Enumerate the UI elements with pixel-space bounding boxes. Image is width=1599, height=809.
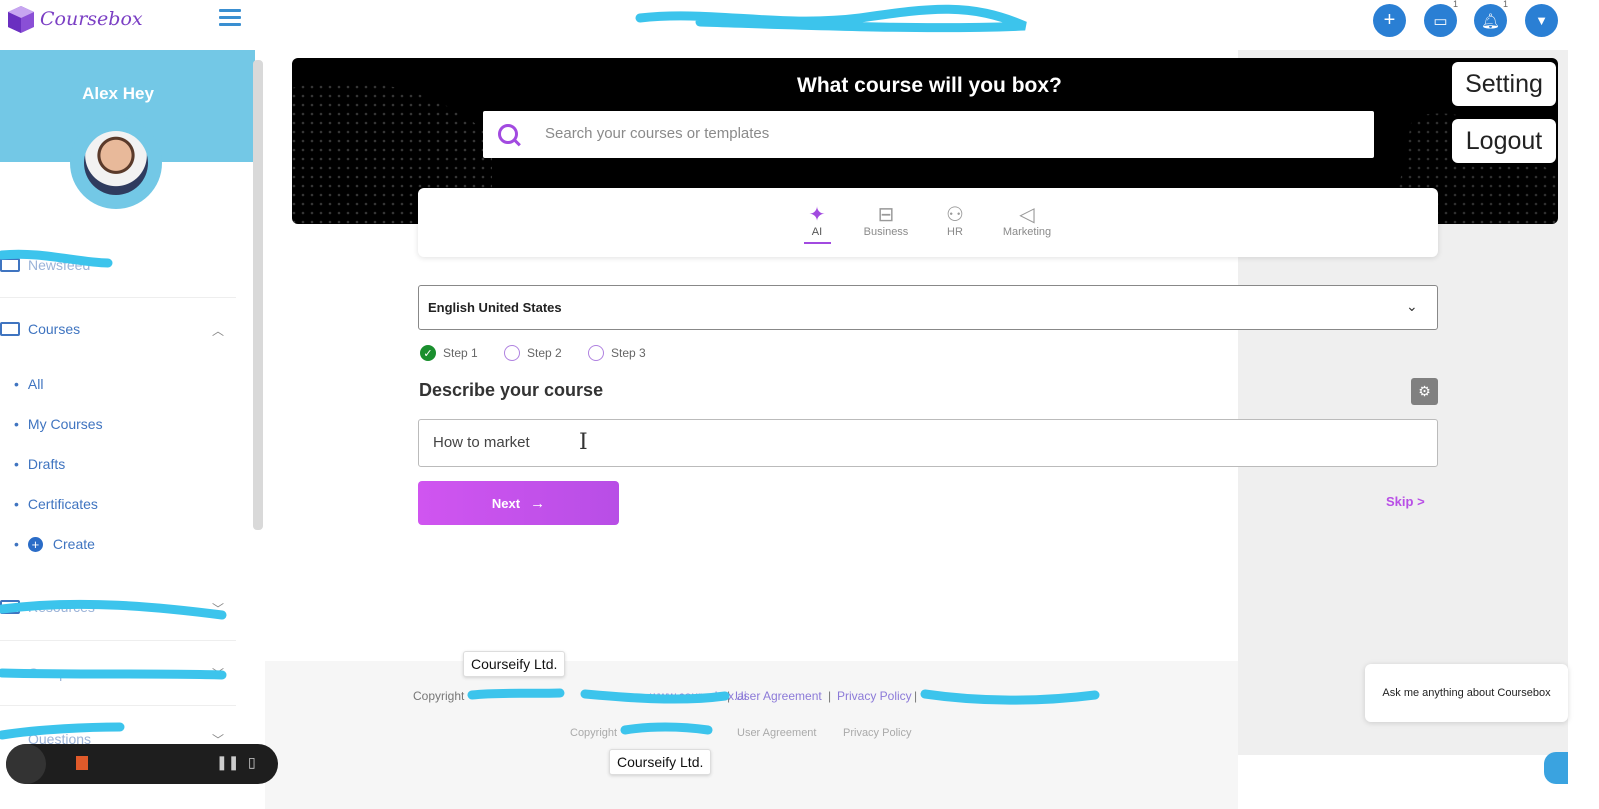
record-icon[interactable] (76, 756, 88, 770)
tooltip: Courseify Ltd. (463, 651, 566, 677)
sparkle-icon: ✦ (808, 204, 826, 226)
step-label: Step 3 (611, 346, 646, 360)
chevron-down-icon[interactable]: ⌄ (1406, 298, 1418, 315)
chevron-down-icon: ▼ (1535, 13, 1548, 28)
tab-label: AI (811, 226, 823, 238)
add-button[interactable]: + (1373, 4, 1406, 37)
chat-badge: 1 (1450, 0, 1460, 9)
tab-marketing[interactable]: ◁ Marketing (998, 202, 1056, 238)
tab-ai[interactable]: ✦ AI (802, 202, 832, 238)
description-value: How to market (433, 434, 530, 451)
megaphone-icon: ◁ (1019, 204, 1035, 226)
chat-bot-icon[interactable] (1544, 752, 1568, 784)
chat-prompt[interactable]: Ask me anything about Coursebox (1365, 664, 1568, 722)
step-1: ✓ Step 1 (420, 345, 478, 361)
search-placeholder: Search your courses or templates (545, 125, 770, 142)
next-button[interactable]: Next → (418, 481, 619, 525)
course-description-input[interactable] (418, 419, 1438, 467)
step-label: Step 2 (527, 346, 562, 360)
briefcase-icon: ⊟ (877, 204, 895, 226)
text-cursor-icon: I (579, 430, 588, 455)
step-label: Step 1 (443, 346, 478, 360)
arrow-right-icon: → (530, 494, 546, 512)
settings-gear-button[interactable]: ⚙ (1411, 378, 1438, 405)
setting-button[interactable]: Setting (1452, 62, 1556, 106)
language-value: English United States (428, 300, 562, 315)
trash-icon[interactable]: ▯ (248, 754, 256, 771)
tab-business[interactable]: ⊟ Business (860, 202, 912, 238)
search-icon[interactable] (498, 124, 518, 144)
logo-text[interactable]: Coursebox (40, 8, 143, 30)
step-2: Step 2 (504, 345, 562, 361)
redaction-scribbles-footer (467, 688, 1100, 735)
tab-label: Marketing (1002, 226, 1052, 238)
active-tab-underline (804, 242, 831, 244)
tooltip: Courseify Ltd. (609, 749, 712, 775)
pause-icon[interactable]: ❚❚ (216, 754, 239, 771)
user-name: Alex Hey (82, 84, 154, 103)
check-icon: ✓ (420, 345, 436, 361)
language-select[interactable] (418, 285, 1438, 330)
bell-badge: 1 (1500, 0, 1510, 9)
tab-hr[interactable]: ⚇ HR (940, 202, 970, 238)
camera-icon[interactable] (6, 744, 46, 784)
tab-label: HR (947, 226, 963, 238)
hamburger-menu-icon[interactable] (219, 9, 241, 27)
tab-label: Business (863, 226, 909, 238)
bell-icon: 🔔︎ (1480, 12, 1501, 30)
redaction-scribble (635, 4, 1027, 33)
logout-button[interactable]: Logout (1452, 119, 1556, 163)
notifications-button[interactable]: 🔔︎ 1 (1474, 0, 1510, 37)
recording-toolbar[interactable]: ❚❚ ▯ (6, 744, 278, 784)
messages-button[interactable]: ▭ 1 (1424, 0, 1460, 37)
next-label: Next (491, 495, 521, 511)
gear-icon: ⚙ (1418, 383, 1431, 399)
skip-link[interactable]: Skip > (1386, 494, 1425, 509)
chat-icon: ▭ (1433, 12, 1448, 30)
logo-icon[interactable] (6, 4, 36, 34)
step-3: Step 3 (588, 345, 646, 361)
footer-copyright: Copyright (413, 689, 465, 703)
template-tabs (418, 188, 1438, 257)
describe-title: Describe your course (419, 380, 604, 400)
step-circle (504, 345, 520, 361)
avatar[interactable] (84, 131, 148, 195)
person-icon: ⚇ (946, 204, 964, 226)
profile-menu-button[interactable]: ▼ (1525, 4, 1558, 37)
step-circle (588, 345, 604, 361)
hero-title: What course will you box? (797, 74, 1062, 97)
